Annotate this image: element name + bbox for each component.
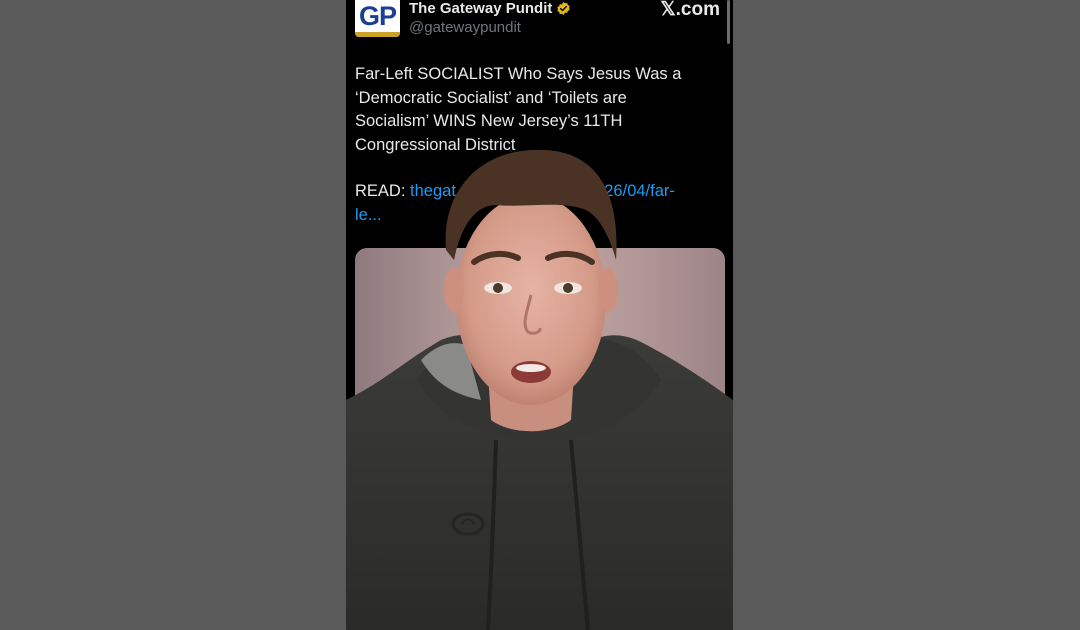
tweet-text-line: Congressional District	[355, 135, 516, 154]
scrollbar-thumb[interactable]	[727, 0, 730, 44]
avatar-logo-text: GP	[358, 1, 397, 31]
read-line: READ: thegat 2026/04/far-	[355, 180, 715, 204]
tweet-text-line: Far-Left SOCIALIST Who Says Jesus Was a	[355, 65, 682, 83]
avatar-logo-bar	[355, 32, 400, 37]
tweet-text-line: Socialism’ WINS New Jersey’s 11TH	[355, 112, 623, 130]
tweet-screenshot: GP The Gateway Pundit @gatewaypundit 𝕏.c…	[346, 0, 733, 630]
verified-badge-icon	[557, 1, 571, 15]
site-brand: 𝕏.com	[660, 0, 720, 20]
account-handle[interactable]: @gatewaypundit	[409, 19, 521, 36]
tweet-media-card[interactable]	[355, 248, 725, 630]
tweet-header: GP The Gateway Pundit @gatewaypundit 𝕏.c…	[355, 0, 725, 40]
account-name-row: The Gateway Pundit	[409, 0, 571, 18]
article-link-continuation[interactable]: le...	[355, 206, 382, 224]
article-link-end[interactable]: 2026/04/far-	[586, 182, 675, 200]
tweet-body: Far-Left SOCIALIST Who Says Jesus Was a …	[355, 63, 715, 227]
read-line-2: le...	[355, 204, 715, 228]
read-label: READ:	[355, 182, 406, 200]
article-link-start[interactable]: thegat	[410, 182, 456, 200]
account-name[interactable]: The Gateway Pundit	[409, 0, 552, 17]
account-avatar[interactable]: GP	[355, 0, 400, 37]
tweet-text-line: ‘Democratic Socialist’ and ‘Toilets are	[355, 88, 627, 107]
video-frame: GP The Gateway Pundit @gatewaypundit 𝕏.c…	[0, 0, 1080, 630]
